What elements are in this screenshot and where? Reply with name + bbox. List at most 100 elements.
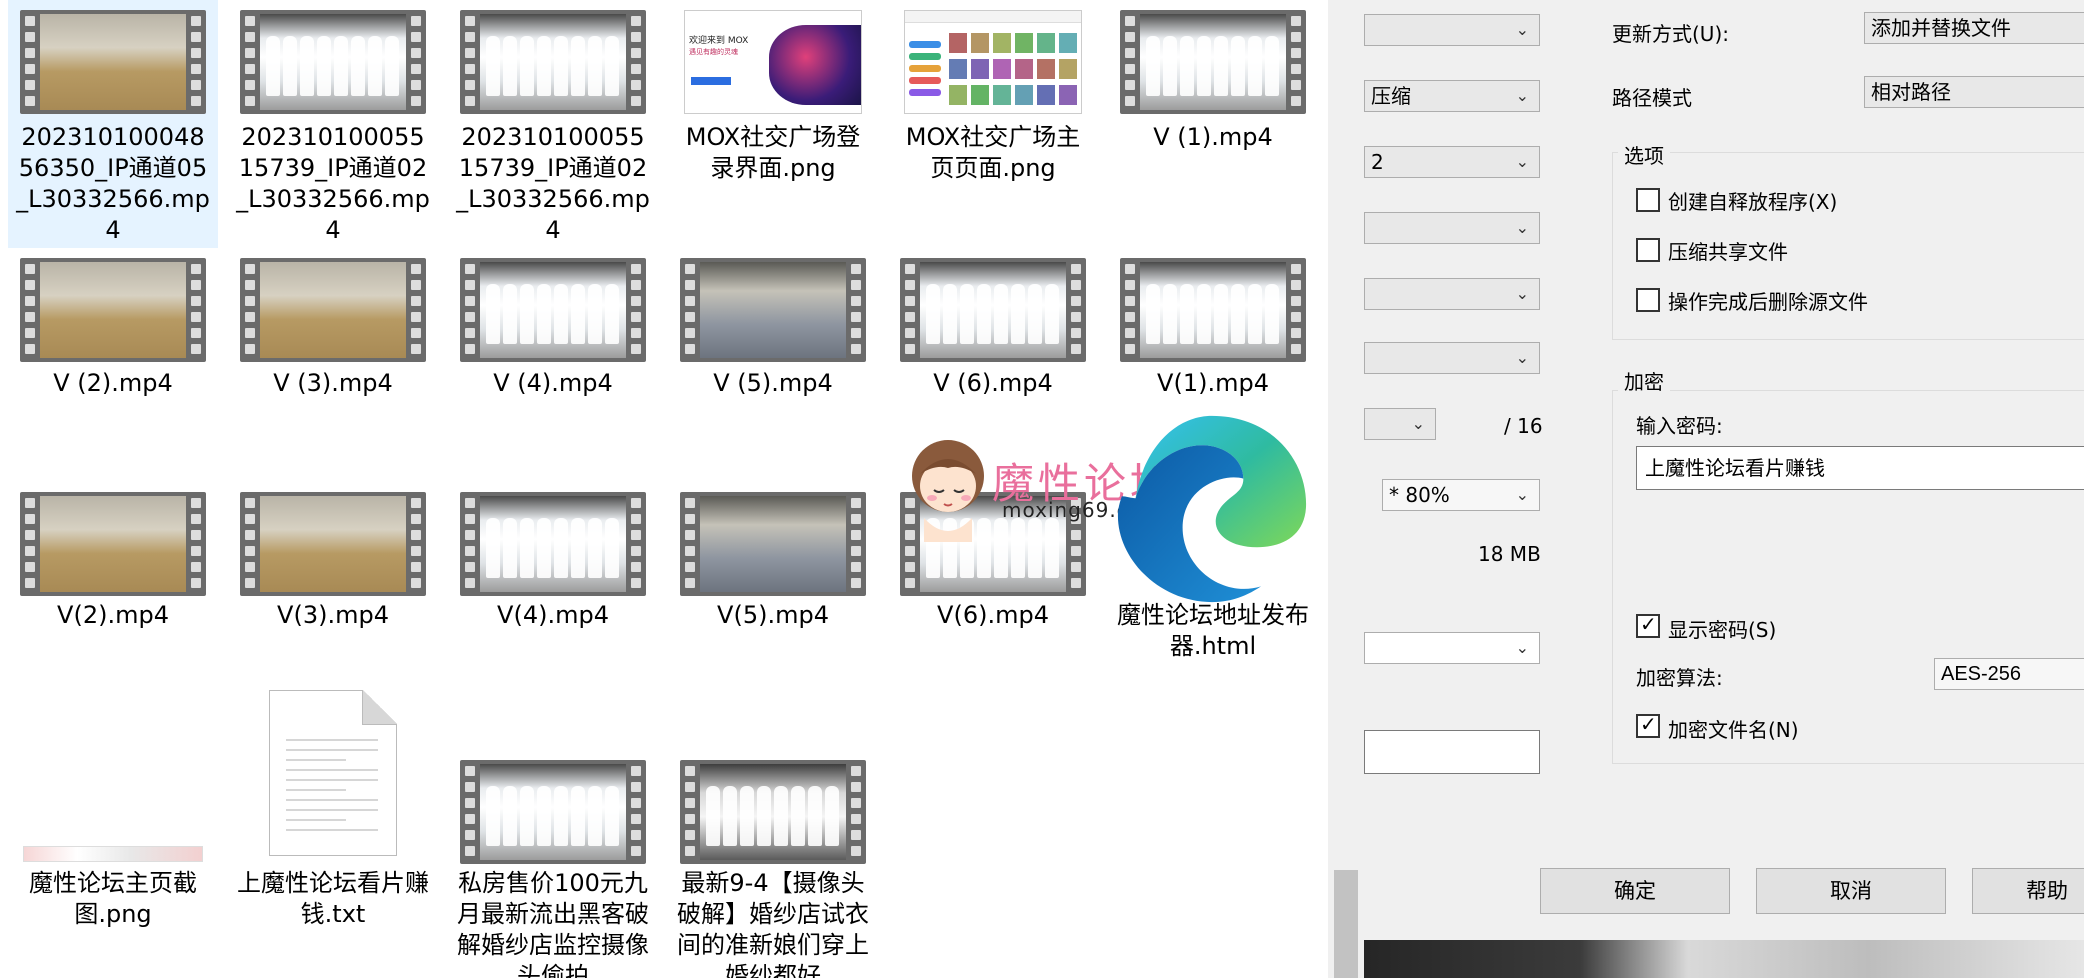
file-name: V(5).mp4 [717,601,829,629]
thread-total-label: / 16 [1504,414,1543,438]
show-password-label[interactable]: 显示密码(S) [1668,614,1776,643]
create-sfx-label[interactable]: 创建自释放程序(X) [1668,186,1837,215]
image-thumbnail: 欢迎来到 MOX 遇见有趣的灵魂 [684,10,862,114]
video-thumbnail [460,10,646,114]
compress-shared-label[interactable]: 压缩共享文件 [1668,236,1788,265]
cpu-threads-combo[interactable]: ⌄ [1364,408,1436,440]
memory-usage-value: 18 MB [1478,542,1541,566]
chevron-down-icon: ⌄ [1515,284,1529,303]
file-name: V (2).mp4 [53,369,173,397]
video-thumbnail [680,492,866,596]
file-name: 上魔性论坛看片赚钱.txt [237,869,429,928]
password-label: 输入密码: [1636,414,1723,438]
chevron-down-icon: ⌄ [1515,218,1529,237]
video-thumbnail [20,258,206,362]
file-item[interactable]: 20231010004856350_IP通道05_L30332566.mp4 [8,0,218,248]
text-file-icon [269,690,397,856]
file-item[interactable]: V(2).mp4 [8,482,218,716]
help-button[interactable]: 帮助 [1972,868,2084,914]
file-name: V(2).mp4 [57,601,169,629]
delete-after-checkbox[interactable] [1636,288,1660,312]
chevron-down-icon: ⌄ [1411,414,1425,433]
chevron-down-icon: ⌄ [1515,86,1529,105]
file-name: V(6).mp4 [937,601,1049,629]
encryption-group-title: 加密 [1618,366,1670,395]
file-name: 20231010004856350_IP通道05_L30332566.mp4 [16,123,210,244]
file-name: V (5).mp4 [713,369,833,397]
update-mode-label: 更新方式(U): [1612,22,1729,46]
video-thumbnail [20,492,206,596]
path-mode-combo[interactable]: 相对路径 [1864,76,2084,108]
file-item[interactable]: V(4).mp4 [448,482,658,716]
file-item[interactable]: 魔性论坛主页截图.png [8,688,218,978]
memory-ratio-combo[interactable]: * 80% ⌄ [1382,479,1540,511]
file-item[interactable]: V(6).mp4 [888,482,1098,716]
video-thumbnail [240,492,426,596]
archive-format-combo[interactable]: ⌄ [1364,14,1540,46]
file-item[interactable]: V (6).mp4 [888,248,1098,482]
file-item[interactable]: V(3).mp4 [228,482,438,716]
video-thumbnail [240,258,426,362]
file-name: 私房售价100元九月最新流出黑客破解婚纱店监控摄像头偷拍 [457,869,649,978]
thread-count-combo[interactable]: ⌄ [1364,342,1540,374]
image-thumbnail [904,10,1082,114]
edge-browser-icon [1117,415,1307,603]
file-name: 20231010005515739_IP通道02_L30332566.mp4 [456,123,650,244]
file-item[interactable]: 20231010005515739_IP通道02_L30332566.mp4 [228,0,438,248]
file-item[interactable]: V (3).mp4 [228,248,438,482]
file-item[interactable]: 私房售价100元九月最新流出黑客破解婚纱店监控摄像头偷拍 [448,688,658,978]
parameters-input[interactable] [1364,730,1540,774]
file-name: V(4).mp4 [497,601,609,629]
compression-method-combo[interactable]: 压缩 ⌄ [1364,80,1540,112]
algorithm-combo[interactable]: AES-256 [1934,658,2084,690]
path-mode-label: 路径模式 [1612,86,1692,110]
chevron-down-icon: ⌄ [1515,348,1529,367]
video-thumbnail [900,492,1086,596]
chevron-down-icon: ⌄ [1515,152,1529,171]
file-name: 20231010005515739_IP通道02_L30332566.mp4 [236,123,430,244]
file-item[interactable]: V (4).mp4 [448,248,658,482]
file-item[interactable]: V (1).mp4 [1108,0,1318,248]
show-password-checkbox[interactable] [1636,612,1660,638]
file-name: V(3).mp4 [277,601,389,629]
split-volume-combo[interactable]: ⌄ [1364,632,1540,664]
file-item[interactable]: MOX社交广场主页页面.png [888,0,1098,248]
file-name: 最新9-4【摄像头破解】婚纱店试衣间的准新娘们穿上婚纱都好 [677,869,869,978]
file-name: V (6).mp4 [933,369,1053,397]
thumb-title: 欢迎来到 MOX [689,36,749,46]
chevron-down-icon: ⌄ [1515,20,1529,39]
chevron-down-icon: ⌄ [1515,638,1529,657]
file-item[interactable]: 最新9-4【摄像头破解】婚纱店试衣间的准新娘们穿上婚纱都好 [668,688,878,978]
solid-block-combo[interactable]: ⌄ [1364,278,1540,310]
compress-shared-checkbox[interactable] [1636,238,1660,262]
video-thumbnail [460,760,646,864]
file-item[interactable]: 20231010005515739_IP通道02_L30332566.mp4 [448,0,658,248]
file-name: V (4).mp4 [493,369,613,397]
word-size-combo[interactable]: ⌄ [1364,212,1540,244]
create-sfx-checkbox[interactable] [1636,188,1660,212]
file-item[interactable]: 欢迎来到 MOX 遇见有趣的灵魂 MOX社交广场登录界面.png [668,0,878,248]
image-thumbnail [23,846,203,862]
encrypt-names-label[interactable]: 加密文件名(N) [1668,714,1799,743]
encrypt-names-checkbox[interactable] [1636,712,1660,738]
video-thumbnail [900,258,1086,362]
delete-after-label[interactable]: 操作完成后删除源文件 [1668,286,1868,315]
algorithm-label: 加密算法: [1636,666,1723,690]
scrollbar-thumb[interactable] [1334,870,1358,978]
video-thumbnail [1120,10,1306,114]
video-thumbnail [20,10,206,114]
dictionary-size-combo[interactable]: 2 ⌄ [1364,146,1540,178]
file-item[interactable]: V (5).mp4 [668,248,878,482]
password-input[interactable]: 上魔性论坛看片赚钱 [1636,446,2084,490]
cancel-button[interactable]: 取消 [1756,868,1946,914]
chevron-down-icon: ⌄ [1515,485,1529,504]
ok-button[interactable]: 确定 [1540,868,1730,914]
update-mode-combo[interactable]: 添加并替换文件 [1864,12,2084,44]
explorer-vertical-scrollbar[interactable] [1328,0,1364,978]
file-name: 魔性论坛地址发布器.html [1117,601,1309,660]
desktop-background-strip [1364,940,2084,978]
file-item[interactable]: 上魔性论坛看片赚钱.txt [228,688,438,978]
file-item[interactable]: V(5).mp4 [668,482,878,716]
file-item[interactable]: V (2).mp4 [8,248,218,482]
thumb-subtitle: 遇见有趣的灵魂 [689,48,738,56]
